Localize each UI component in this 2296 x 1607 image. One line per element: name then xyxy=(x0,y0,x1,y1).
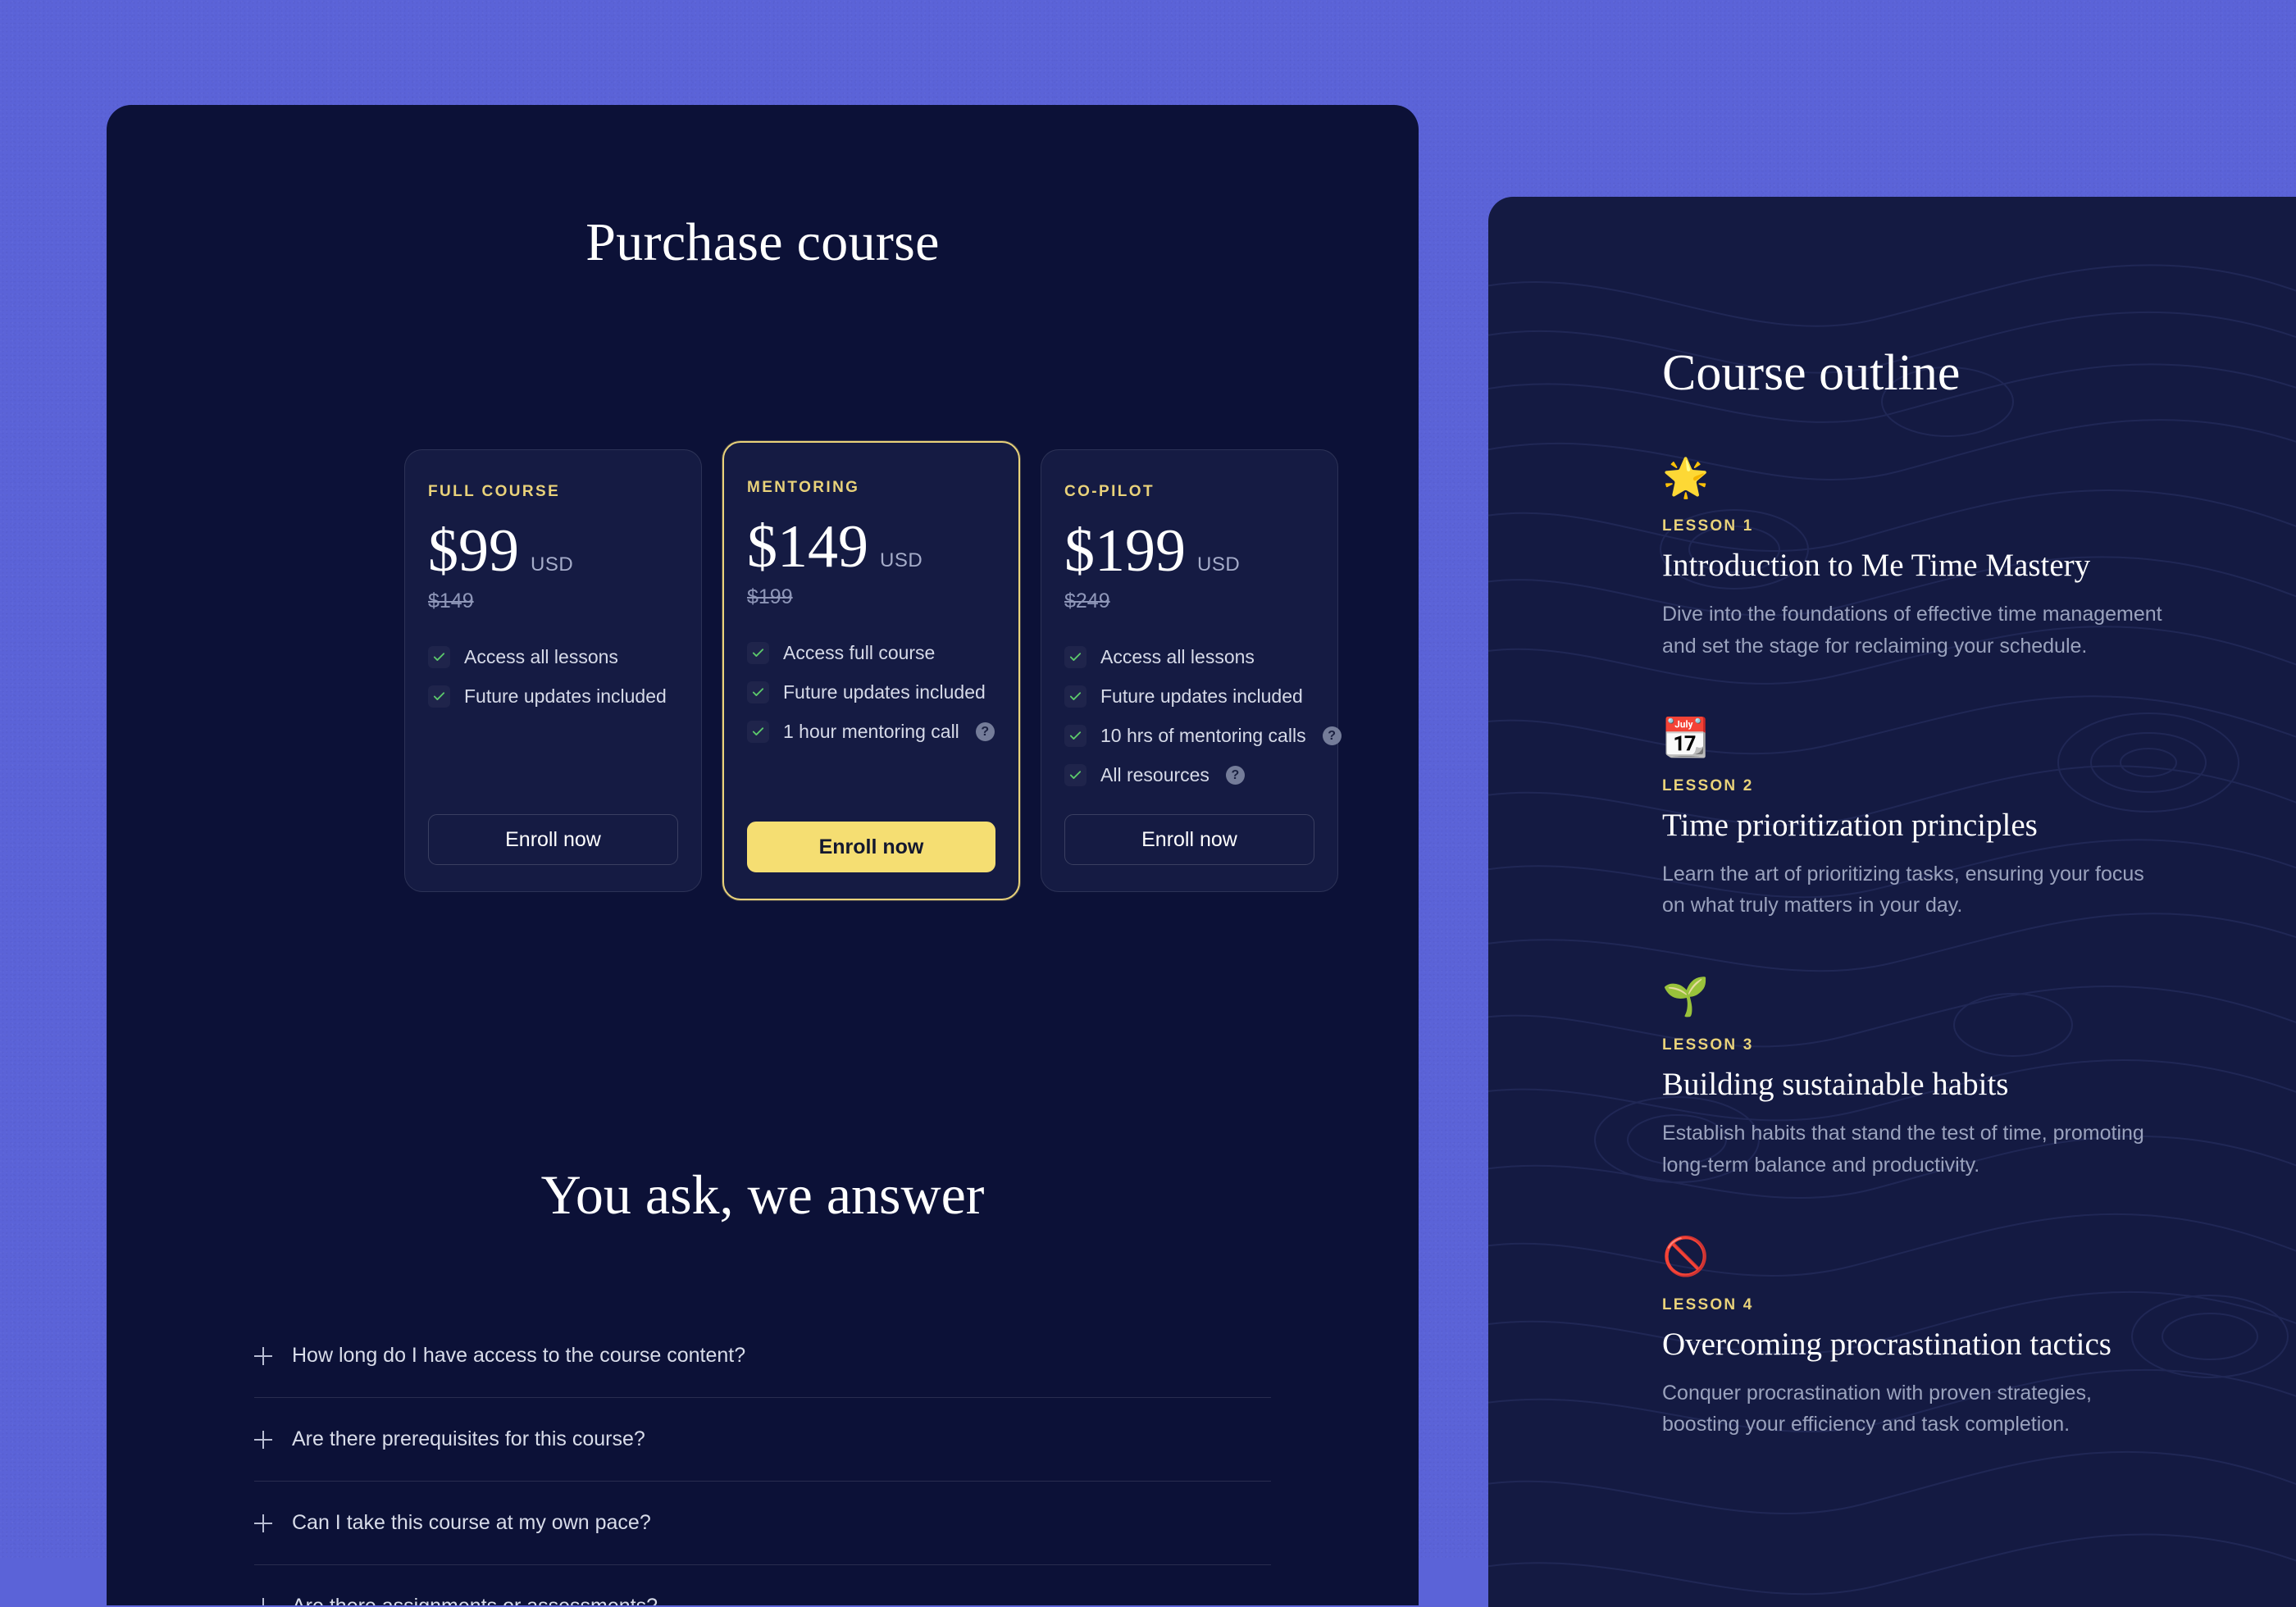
lesson-description: Learn the art of prioritizing tasks, ens… xyxy=(1662,858,2171,922)
plan-currency: USD xyxy=(880,549,922,572)
plan-price-row: $199 USD xyxy=(1064,522,1314,580)
enroll-now-button[interactable]: Enroll now xyxy=(428,814,678,865)
lesson-number: LESSON 1 xyxy=(1662,517,2296,535)
faq-list: How long do I have access to the course … xyxy=(254,1314,1271,1605)
feature-label: Access full course xyxy=(783,642,935,664)
info-tooltip-icon[interactable]: ? xyxy=(976,722,995,741)
seedling-icon: 🌱 xyxy=(1662,977,2296,1015)
faq-item[interactable]: How long do I have access to the course … xyxy=(254,1314,1271,1398)
lesson-list: 🌟 LESSON 1 Introduction to Me Time Mastery… xyxy=(1662,458,2296,1441)
check-icon xyxy=(428,685,450,708)
check-icon xyxy=(1064,685,1086,708)
plus-icon xyxy=(254,1514,272,1532)
plan-features: Access full course Future updates include… xyxy=(747,642,995,743)
feature-label: Future updates included xyxy=(1100,685,1303,708)
faq-item[interactable]: Are there prerequisites for this course? xyxy=(254,1398,1271,1482)
faq-question: Are there assignments or assessments? xyxy=(292,1595,658,1605)
lesson-item: 🌟 LESSON 1 Introduction to Me Time Mastery… xyxy=(1662,458,2296,662)
page-title: Purchase course xyxy=(107,212,1419,274)
plan-tag: MENTORING xyxy=(747,479,995,497)
faq-title: You ask, we answer xyxy=(107,1163,1419,1227)
feature-item: Future updates included xyxy=(747,681,995,703)
plan-price-row: $149 USD xyxy=(747,518,995,576)
feature-item: All resources? xyxy=(1064,764,1314,786)
faq-question: Can I take this course at my own pace? xyxy=(292,1511,651,1535)
enroll-now-button[interactable]: Enroll now xyxy=(1064,814,1314,865)
feature-label: 1 hour mentoring call xyxy=(783,721,959,743)
plan-tag: CO-PILOT xyxy=(1064,483,1314,501)
plan-old-price: $249 xyxy=(1064,590,1314,613)
feature-item: 10 hrs of mentoring calls? xyxy=(1064,725,1314,747)
tear-off-calendar-icon: 📆 xyxy=(1662,718,2296,756)
feature-label: Access all lessons xyxy=(1100,646,1255,668)
pricing-card-full-course: FULL COURSE $99 USD $149 Access all lessons F… xyxy=(404,449,702,892)
plan-currency: USD xyxy=(531,553,573,576)
check-icon xyxy=(747,642,769,664)
lesson-item: 🚫 LESSON 4 Overcoming procrastination tact… xyxy=(1662,1237,2296,1441)
lesson-item: 📆 LESSON 2 Time prioritization principles L… xyxy=(1662,718,2296,922)
plan-old-price: $199 xyxy=(747,585,995,609)
prohibited-icon: 🚫 xyxy=(1662,1237,2296,1275)
plan-price: $199 xyxy=(1064,522,1186,580)
check-icon xyxy=(1064,646,1086,668)
info-tooltip-icon[interactable]: ? xyxy=(1323,726,1342,745)
faq-item[interactable]: Are there assignments or assessments? xyxy=(254,1565,1271,1605)
lesson-number: LESSON 3 xyxy=(1662,1036,2296,1054)
plan-price: $149 xyxy=(747,518,868,576)
feature-item: Access full course xyxy=(747,642,995,664)
course-outline-panel: Course outline 🌟 LESSON 1 Introduction to … xyxy=(1488,197,2296,1607)
lesson-description: Establish habits that stand the test of … xyxy=(1662,1118,2171,1181)
lesson-description: Conquer procrastination with proven stra… xyxy=(1662,1377,2171,1441)
feature-item: Future updates included xyxy=(1064,685,1314,708)
plan-features: Access all lessons Future updates include… xyxy=(1064,646,1314,786)
glowing-star-icon: 🌟 xyxy=(1662,458,2296,496)
check-icon xyxy=(1064,725,1086,747)
feature-item: Access all lessons xyxy=(428,646,678,668)
plus-icon xyxy=(254,1347,272,1365)
feature-label: All resources xyxy=(1100,764,1210,786)
faq-question: How long do I have access to the course … xyxy=(292,1344,745,1368)
feature-item: 1 hour mentoring call? xyxy=(747,721,995,743)
check-icon xyxy=(747,721,769,743)
lesson-item: 🌱 LESSON 3 Building sustainable habits Esta… xyxy=(1662,977,2296,1181)
info-tooltip-icon[interactable]: ? xyxy=(1226,766,1245,785)
purchase-panel: Purchase course FULL COURSE $99 USD $149 Acc… xyxy=(107,105,1419,1605)
feature-item: Future updates included xyxy=(428,685,678,708)
feature-label: Future updates included xyxy=(464,685,667,708)
plan-price-row: $99 USD xyxy=(428,522,678,580)
feature-item: Access all lessons xyxy=(1064,646,1314,668)
feature-label: Future updates included xyxy=(783,681,986,703)
lesson-title: Introduction to Me Time Mastery xyxy=(1662,547,2296,584)
faq-item[interactable]: Can I take this course at my own pace? xyxy=(254,1482,1271,1565)
pricing-plans: FULL COURSE $99 USD $149 Access all lessons F… xyxy=(404,449,1339,900)
lesson-title: Building sustainable habits xyxy=(1662,1066,2296,1103)
enroll-now-button[interactable]: Enroll now xyxy=(747,822,995,872)
plan-currency: USD xyxy=(1197,553,1240,576)
plus-icon xyxy=(254,1431,272,1449)
lesson-title: Time prioritization principles xyxy=(1662,807,2296,844)
lesson-title: Overcoming procrastination tactics xyxy=(1662,1326,2296,1363)
plan-old-price: $149 xyxy=(428,590,678,613)
course-outline-content: Course outline 🌟 LESSON 1 Introduction to … xyxy=(1662,344,2296,1441)
course-outline-title: Course outline xyxy=(1662,344,2296,403)
lesson-number: LESSON 2 xyxy=(1662,777,2296,795)
check-icon xyxy=(1064,764,1086,786)
lesson-number: LESSON 4 xyxy=(1662,1296,2296,1314)
feature-label: Access all lessons xyxy=(464,646,618,668)
faq-question: Are there prerequisites for this course? xyxy=(292,1427,645,1451)
feature-label: 10 hrs of mentoring calls xyxy=(1100,725,1306,747)
plan-tag: FULL COURSE xyxy=(428,483,678,501)
plan-features: Access all lessons Future updates include… xyxy=(428,646,678,708)
pricing-card-co-pilot: CO-PILOT $199 USD $249 Access all lessons Fut… xyxy=(1041,449,1338,892)
lesson-description: Dive into the foundations of effective t… xyxy=(1662,599,2171,662)
plan-price: $99 xyxy=(428,522,519,580)
pricing-card-mentoring: MENTORING $149 USD $199 Access full course Fu… xyxy=(722,441,1020,900)
check-icon xyxy=(428,646,450,668)
plus-icon xyxy=(254,1598,272,1606)
check-icon xyxy=(747,681,769,703)
